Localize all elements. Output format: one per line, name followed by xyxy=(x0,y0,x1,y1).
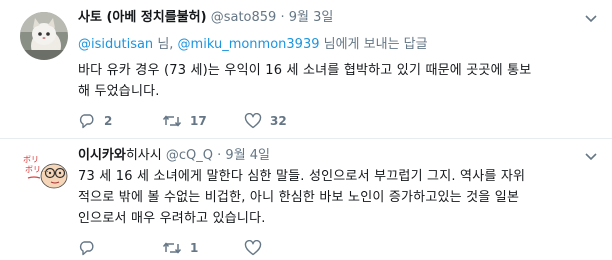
retweet-count: 17 xyxy=(190,114,207,128)
reply-icon xyxy=(79,241,94,256)
replying-to: @isidutisan 님, @miku_monmon3939 님에게 보내는 … xyxy=(78,36,428,54)
tweet-text: 73 세 16 세 소녀에게 말한다 심한 말들. 성인으로서 부끄럽기 그지.… xyxy=(78,166,588,229)
mention-link[interactable]: @isidutisan xyxy=(78,37,153,52)
chevron-down-icon[interactable] xyxy=(584,14,598,24)
avatar-caption: ボリ… xyxy=(25,165,49,174)
tweet-header: 이시카와히사시 @cQ_Q · 9월 4일 xyxy=(78,147,270,165)
reply-count: 2 xyxy=(104,114,113,128)
reply-joiner: 님, xyxy=(153,37,178,52)
reply-icon xyxy=(79,114,94,129)
mention-link[interactable]: @miku_monmon3939 xyxy=(178,37,320,52)
chevron-down-icon[interactable] xyxy=(584,152,598,162)
tweet-text: 바다 유카 경우 (73 세)는 우익이 16 세 소녀를 협박하고 있기 때문… xyxy=(78,60,588,102)
display-name-suffix[interactable]: 히사시 xyxy=(126,148,162,163)
tweet-text-line: 해 두었습니다. xyxy=(78,84,160,99)
retweet-icon xyxy=(162,242,182,254)
reply-button[interactable] xyxy=(78,239,104,257)
display-name[interactable]: 사토 (아베 정치를불허) xyxy=(78,10,207,25)
reply-suffix: 님에게 보내는 답글 xyxy=(319,37,428,52)
like-button[interactable]: 32 xyxy=(244,112,287,130)
retweet-button[interactable]: 17 xyxy=(162,112,207,130)
tweet-1[interactable]: 사토 (아베 정치를불허) @sato859 · 9월 3일 @isidutis… xyxy=(0,0,612,138)
avatar-cartoon[interactable]: ボリ ボリ… xyxy=(20,148,68,196)
tweet-text-line: 적으로 밖에 볼 수없는 비겁한, 아니 한심한 바보 노인이 증가하고있는 것… xyxy=(78,190,520,205)
handle[interactable]: @cQ_Q xyxy=(166,148,213,163)
like-icon xyxy=(244,113,262,129)
avatar-cat[interactable] xyxy=(20,12,68,60)
tweet-date[interactable]: 9월 4일 xyxy=(225,148,270,163)
reply-button[interactable]: 2 xyxy=(78,112,112,130)
display-name[interactable]: 이시카와 xyxy=(78,148,126,163)
tweet-text-line: 바다 유카 경우 (73 세)는 우익이 16 세 소녀를 협박하고 있기 때문… xyxy=(78,63,532,78)
separator: · xyxy=(217,148,222,163)
tweet-date[interactable]: 9월 3일 xyxy=(289,10,334,25)
tweet-text-line: 73 세 16 세 소녀에게 말한다 심한 말들. 성인으로서 부끄럽기 그지.… xyxy=(78,169,526,184)
tweet-2[interactable]: ボリ ボリ… 이시카와히사시 @cQ_Q · 9월 4일 73 세 16 세 소… xyxy=(0,138,612,260)
tweet-header: 사토 (아베 정치를불허) @sato859 · 9월 3일 xyxy=(78,9,333,27)
retweet-icon xyxy=(162,115,182,127)
like-button[interactable] xyxy=(244,239,270,257)
like-count: 32 xyxy=(270,114,287,128)
tweet-text-line: 인으로서 매우 우려하고 있습니다. xyxy=(78,211,266,226)
retweet-count: 1 xyxy=(190,241,199,255)
handle[interactable]: @sato859 xyxy=(211,10,277,25)
avatar-caption: ボリ xyxy=(23,155,39,164)
retweet-button[interactable]: 1 xyxy=(162,239,198,257)
like-icon xyxy=(244,240,262,256)
separator: · xyxy=(280,10,285,25)
